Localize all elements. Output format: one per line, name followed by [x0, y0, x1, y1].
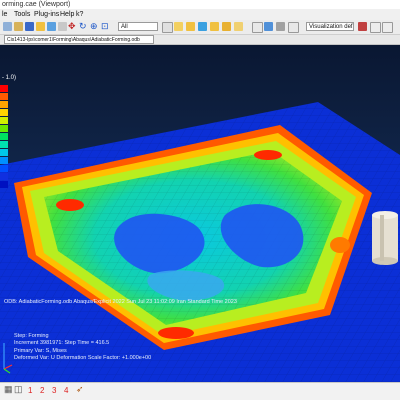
frame-button-2[interactable]: 2 [40, 386, 44, 396]
magnify-icon[interactable]: ⊕ [90, 21, 98, 32]
menu-plugins[interactable]: Plug-ins [34, 9, 59, 20]
legend-swatch [0, 141, 8, 148]
hotspot-left-corner [56, 199, 84, 211]
frame-icon[interactable]: ◫ [14, 384, 23, 395]
bottom-toolbar: ▦ ◫ 1 2 3 4 ➶ [0, 382, 400, 400]
step-info-block: Step: Forming Increment 3981971: Step Ti… [14, 333, 151, 363]
frame-button-4[interactable]: 4 [64, 386, 68, 396]
render-wireframe-icon[interactable] [252, 22, 263, 33]
zoom-icon[interactable] [47, 22, 56, 31]
move-icon[interactable]: ✥ [68, 21, 76, 32]
menu-tools[interactable]: Tools [14, 9, 30, 20]
options-icon[interactable] [370, 22, 381, 33]
menu-help[interactable]: Help [60, 9, 74, 20]
contour-legend: - 1.0) [0, 59, 30, 199]
legend-swatch [0, 173, 8, 180]
view-right-icon[interactable] [198, 22, 207, 31]
model-select[interactable]: All [118, 22, 158, 31]
toolbar-more-icon[interactable] [382, 22, 393, 33]
abaqus-cae-window: orming.cae (Viewport) le Tools Plug-ins … [0, 0, 400, 400]
pan-icon[interactable] [36, 22, 45, 31]
visualization-defaults-select[interactable]: Visualization defaults [306, 22, 354, 31]
odb-path-field[interactable]: Cis1413-Ips\comer1\Forming\Abaqus\Adiaba… [4, 35, 154, 44]
legend-swatch [0, 149, 8, 156]
frame-button-1[interactable]: 1 [28, 386, 32, 396]
legend-title: - 1.0) [2, 75, 17, 81]
increment-line: Increment 3981971: Step Time = 416.5 [14, 340, 110, 347]
menu-whats-this[interactable]: k? [76, 9, 83, 20]
view-back-icon[interactable] [234, 22, 243, 31]
render-hidden-icon[interactable] [276, 22, 285, 31]
axis-triad [3, 343, 13, 374]
deformed-var-line: Deformed Var: U Deformation Scale Factor… [14, 355, 152, 362]
color-code-icon[interactable] [358, 22, 367, 31]
box-zoom-icon[interactable] [58, 22, 67, 31]
frame-button-3[interactable]: 3 [52, 386, 56, 396]
query-icon[interactable] [3, 22, 12, 31]
grid-icon[interactable]: ▦ [4, 384, 13, 395]
legend-swatch [0, 181, 8, 188]
legend-swatch [0, 85, 8, 92]
view-top-icon[interactable] [186, 22, 195, 31]
legend-swatch [0, 101, 8, 108]
cycle-icon[interactable]: ↻ [79, 21, 87, 32]
odb-info-line: ODB: AdiabaticForming.odb Abaqus/Explici… [4, 299, 237, 305]
legend-swatch [0, 157, 8, 164]
pointer-icon[interactable]: ➶ [76, 384, 84, 395]
step-name: Step: Forming [14, 333, 49, 339]
window-title: orming.cae (Viewport) [2, 1, 71, 8]
render-shaded-icon[interactable] [264, 22, 273, 31]
legend-swatch [0, 133, 8, 140]
primary-var-line: Primary Var: S, Mises [14, 347, 67, 354]
rotate-icon[interactable] [25, 22, 34, 31]
view-front-icon[interactable] [162, 22, 173, 33]
menu-bar: le Tools Plug-ins Help k? [0, 9, 400, 20]
legend-swatch [0, 125, 8, 132]
hotspot-back-corner [254, 150, 282, 160]
punch-cylinder [372, 215, 398, 261]
odb-path-bar: Cis1413-Ips\comer1\Forming\Abaqus\Adiaba… [0, 35, 400, 45]
legend-swatch [0, 117, 8, 124]
menu-file[interactable]: le [2, 9, 7, 20]
perspective-icon[interactable] [288, 22, 299, 33]
toolbar: ✥ ↻ ⊕ ⊡ All Visualization defaults [0, 20, 400, 35]
view-left-icon[interactable] [210, 22, 219, 31]
view-iso-icon[interactable] [174, 22, 183, 31]
legend-swatch [0, 93, 8, 100]
hotspot-front-corner [158, 327, 194, 339]
legend-swatch [0, 165, 8, 172]
hotspot-right-corner [330, 237, 350, 253]
print-icon[interactable] [14, 22, 23, 31]
view-bottom-icon[interactable] [222, 22, 231, 31]
legend-swatch [0, 109, 8, 116]
fit-view-icon[interactable]: ⊡ [101, 21, 109, 32]
graphics-viewport[interactable]: - 1.0) ODB: AdiabaticForming.odb Abaqus/… [0, 45, 400, 390]
